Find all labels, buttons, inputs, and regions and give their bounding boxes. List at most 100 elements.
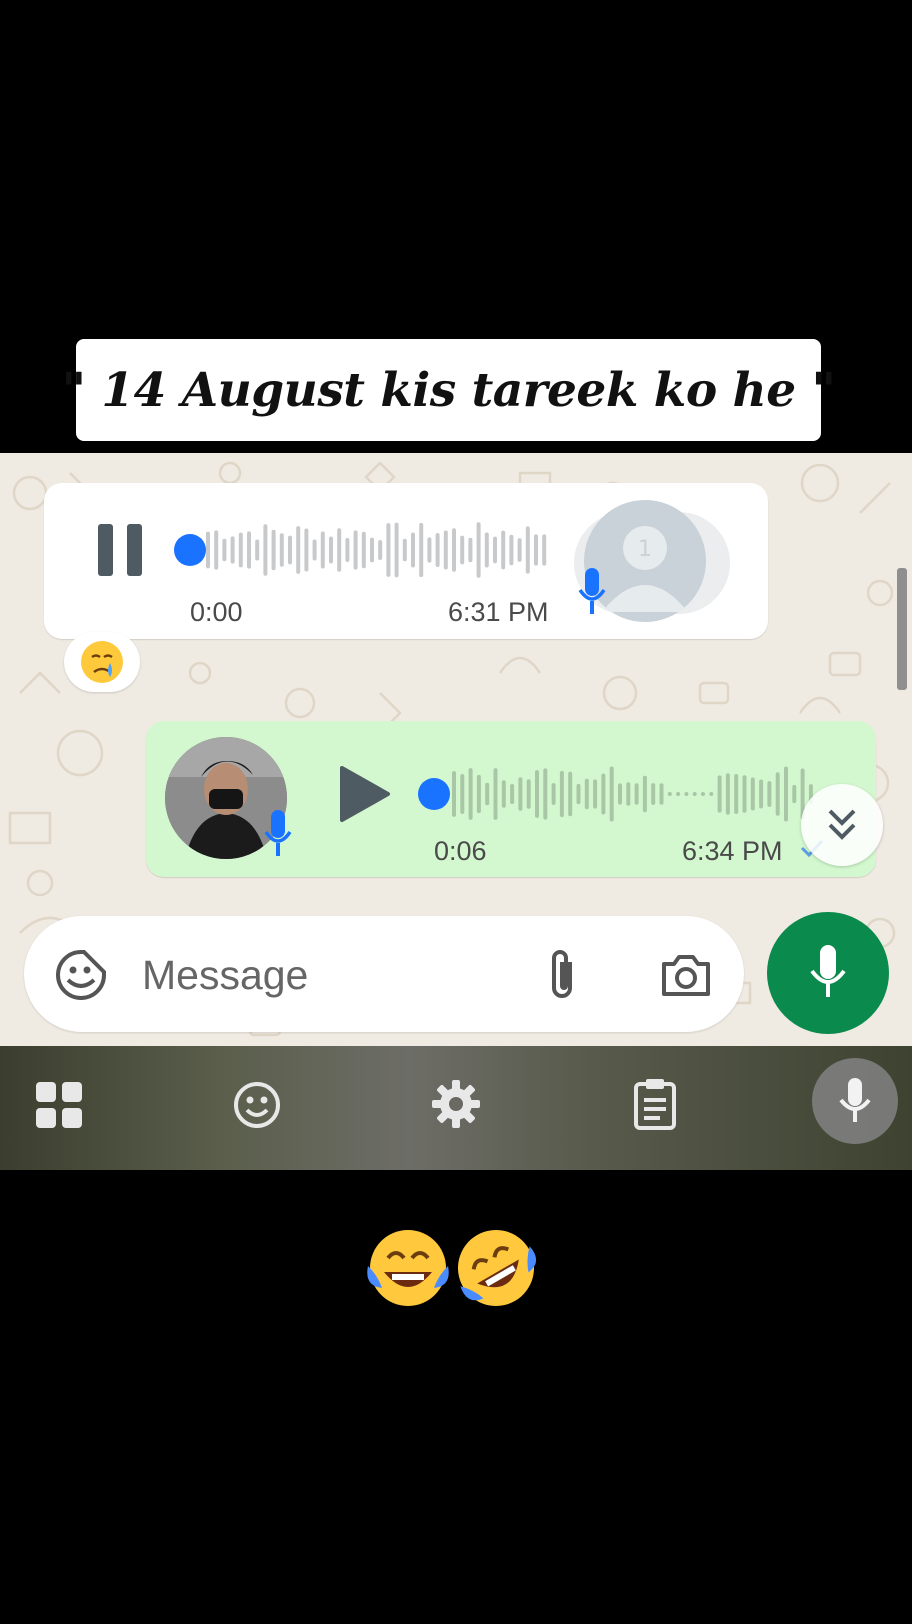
waveform-bar [320, 531, 325, 569]
voice-input-button[interactable] [812, 1058, 898, 1144]
emoji-icon[interactable] [232, 1080, 282, 1130]
reaction-badge[interactable] [64, 632, 140, 692]
waveform-bar [509, 534, 514, 566]
waveform-bar [792, 784, 797, 804]
waveform-bar [534, 534, 538, 566]
waveform-bar [667, 792, 672, 796]
waveform-bar [419, 522, 424, 578]
waveform-bar [725, 773, 730, 815]
waveform-bar [304, 528, 309, 572]
waveform-bar [759, 779, 764, 809]
waveform-bar [493, 536, 497, 564]
message-composer[interactable] [24, 916, 744, 1032]
waveform-bar [370, 537, 374, 563]
waveform-bar [642, 775, 647, 813]
waveform-bar [518, 777, 523, 811]
waveform-bar [255, 539, 260, 561]
waveform-bar [378, 540, 383, 560]
svg-text:1: 1 [638, 537, 652, 562]
waveform-bar [601, 773, 606, 815]
waveform-bar [288, 535, 292, 565]
waveform-bar [551, 783, 556, 805]
paperclip-icon[interactable] [542, 948, 582, 1002]
pause-icon[interactable] [98, 524, 144, 576]
waveform-bar [526, 779, 531, 809]
face-with-tears-of-joy-emoji [367, 1230, 449, 1306]
waveform-bar [576, 783, 581, 805]
bottom-emojis [367, 1230, 537, 1306]
waveform-bar [568, 771, 573, 817]
waveform-bar [750, 777, 755, 811]
waveform-bar [238, 532, 243, 568]
waveform-bar [411, 532, 415, 568]
message-input[interactable]: Message [142, 952, 308, 999]
waveform-bar [214, 530, 219, 570]
waveform-bar [271, 529, 276, 571]
waveform-bar [443, 530, 448, 570]
record-voice-button[interactable] [767, 912, 889, 1034]
waveform-bar [717, 775, 722, 813]
waveform-bar [493, 768, 498, 820]
waveform-bar [501, 530, 506, 570]
waveform-bar [435, 533, 440, 567]
waveform-bar [709, 792, 714, 796]
play-icon[interactable] [338, 764, 392, 824]
crying-face-emoji [81, 641, 123, 683]
rolling-on-floor-laughing-emoji [458, 1230, 537, 1306]
waveform-bar [501, 780, 506, 808]
outgoing-waveform[interactable] [452, 764, 822, 824]
waveform-bar [485, 782, 490, 806]
settings-gear-icon[interactable] [430, 1078, 482, 1130]
waveform-bar [535, 770, 539, 818]
clipboard-icon[interactable] [632, 1076, 678, 1130]
waveform-bar [476, 522, 481, 578]
scroll-to-bottom-button[interactable] [801, 784, 883, 866]
waveform-bar [353, 530, 358, 570]
incoming-timestamp: 6:31 PM [448, 597, 549, 627]
waveform-bar [676, 792, 681, 796]
camera-icon[interactable] [660, 952, 712, 998]
apps-grid-icon[interactable] [34, 1080, 84, 1130]
waveform-bar [345, 537, 350, 563]
waveform-bar [394, 522, 399, 578]
waveform-bar [651, 783, 656, 805]
incoming-waveform[interactable] [206, 520, 552, 580]
waveform-bar [542, 534, 547, 566]
waveform-bar [329, 536, 333, 564]
waveform-bar [361, 531, 366, 569]
waveform-bar [559, 770, 564, 818]
incoming-progress-dot[interactable] [174, 534, 206, 566]
waveform-bar [222, 538, 227, 562]
outgoing-mic-icon [264, 810, 292, 856]
waveform-bar [468, 768, 473, 820]
incoming-mic-icon [578, 568, 606, 614]
caption-text: " 14 August kis tareek ko he " [61, 362, 836, 418]
waveform-bar [742, 775, 747, 813]
outgoing-timestamp: 6:34 PM [682, 836, 783, 866]
waveform-bar [460, 535, 465, 565]
waveform-bar [337, 528, 342, 572]
waveform-bar [468, 537, 473, 563]
incoming-elapsed: 0:00 [190, 597, 243, 627]
waveform-bar [634, 783, 639, 805]
sticker-icon[interactable] [54, 948, 108, 1002]
waveform-bar [517, 538, 522, 562]
video-caption: " 14 August kis tareek ko he " [62, 339, 836, 441]
waveform-bar [734, 774, 739, 814]
waveform-bar [510, 784, 515, 804]
waveform-bar [460, 774, 465, 814]
waveform-bar [626, 782, 631, 806]
waveform-bar [618, 783, 622, 805]
waveform-bar [593, 779, 598, 809]
outgoing-progress-dot[interactable] [418, 778, 450, 810]
waveform-bar [230, 536, 235, 564]
waveform-bar [427, 537, 432, 563]
waveform-bar [476, 774, 481, 814]
waveform-bar [543, 768, 548, 820]
waveform-bar [386, 523, 391, 577]
waveform-bar [775, 772, 780, 816]
waveform-bar [525, 526, 530, 574]
chat-scrollbar[interactable] [897, 568, 907, 690]
waveform-bar [584, 778, 589, 810]
waveform-bar [279, 533, 284, 567]
